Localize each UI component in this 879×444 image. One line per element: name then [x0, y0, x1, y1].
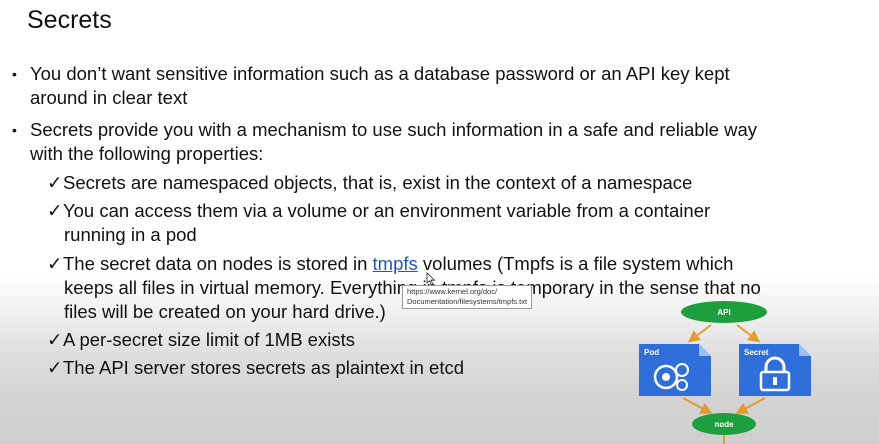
check-text: The API server stores secrets as plainte… [63, 357, 465, 378]
tmpfs-link[interactable]: tmpfs [373, 253, 418, 274]
node-label: node [714, 420, 734, 429]
arrow-secret-to-node [735, 397, 766, 414]
check-text: A per-secret size limit of 1MB exists [63, 329, 355, 350]
checkmark-icon: ✓ [47, 172, 63, 193]
page-title: Secrets [27, 6, 112, 34]
pod-label: Pod [644, 348, 659, 357]
bullet-dot: • [12, 122, 17, 138]
bullet-sensitive-info: • You don’t want sensitive information s… [12, 62, 850, 110]
bullet-line: You don’t want sensitive information suc… [30, 63, 730, 84]
bullet-line: around in clear text [30, 87, 188, 108]
pod-icon: Pod [639, 344, 711, 396]
arrow-api-to-pod [687, 324, 712, 343]
checkmark-icon: ✓ [47, 329, 63, 350]
check-text: Secrets are namespaced objects, that is,… [63, 172, 693, 193]
check-text: running in a pod [64, 224, 197, 245]
tooltip-line: Documentation/filesystems/tmpfs.txt [407, 297, 528, 306]
arrow-api-to-secret [736, 324, 761, 343]
tooltip-line: https://www.kernel.org/doc/ [407, 287, 498, 296]
bullet-line: Secrets provide you with a mechanism to … [30, 119, 758, 140]
api-label: API [717, 308, 730, 317]
secret-architecture-diagram: API Pod Secret node [639, 301, 811, 444]
check-text: volumes (Tmpfs is a file system which [417, 253, 734, 274]
bullet-line: with the following properties: [30, 143, 264, 164]
checkmark-icon: ✓ [47, 253, 63, 274]
bullet-dot: • [12, 66, 17, 82]
mouse-pointer-icon [426, 272, 436, 286]
check-text: You can access them via a volume or an e… [63, 200, 711, 221]
checkmark-icon: ✓ [47, 357, 63, 378]
check-item-namespaced: ✓Secrets are namespaced objects, that is… [47, 171, 847, 195]
secret-label: Secret [744, 348, 769, 357]
link-tooltip: https://www.kernel.org/doc/ Documentatio… [402, 285, 533, 309]
arrow-pod-to-node [682, 397, 713, 414]
check-item-access: ✓You can access them via a volume or an … [47, 199, 847, 247]
secret-icon: Secret [739, 344, 811, 396]
checkmark-icon: ✓ [47, 200, 63, 221]
bullet-secrets-mechanism: • Secrets provide you with a mechanism t… [12, 118, 850, 166]
check-text: The secret data on nodes is stored in [63, 253, 373, 274]
